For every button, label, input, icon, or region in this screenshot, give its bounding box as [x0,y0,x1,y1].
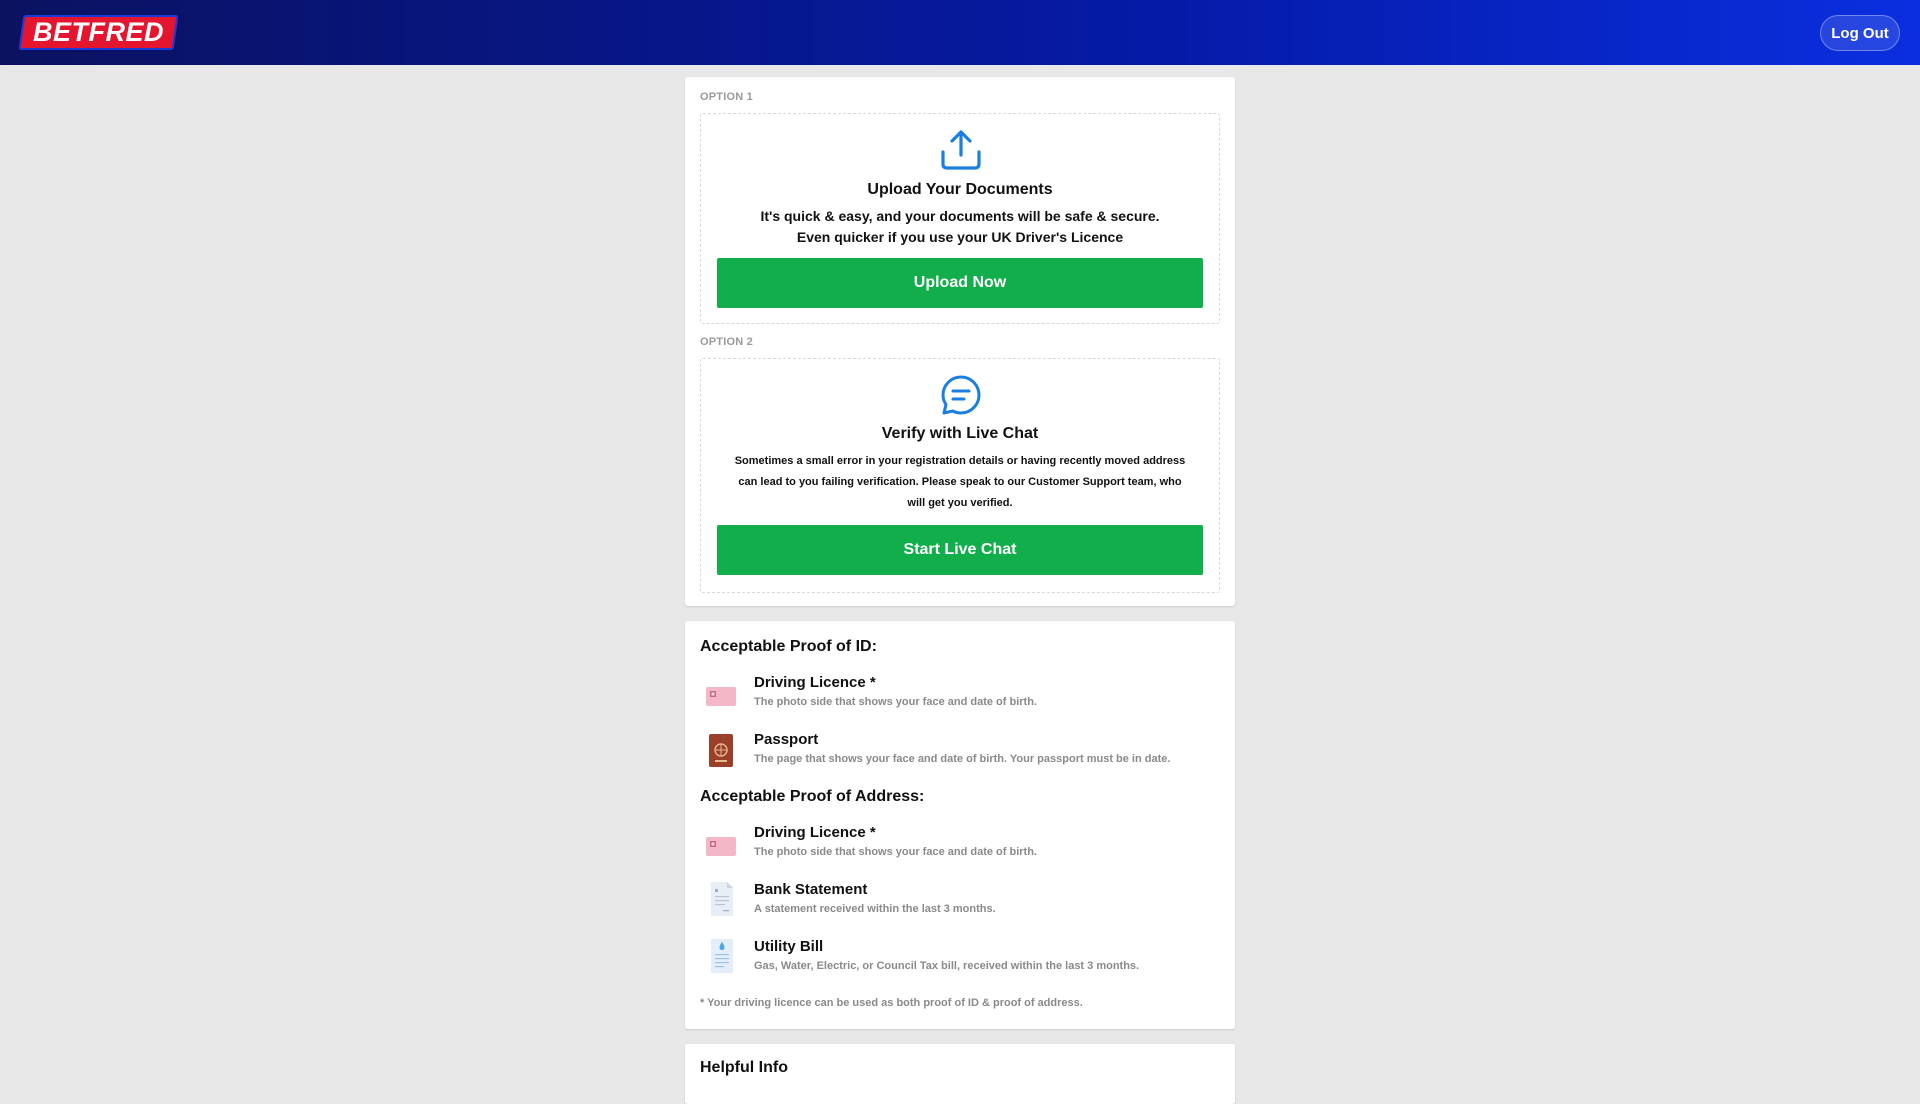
doc-desc: The page that shows your face and date o… [754,753,1171,765]
live-chat-text-line-3: will get you verified. [907,497,1013,509]
option-2-label: OPTION 2 [700,336,753,348]
option-1-label: OPTION 1 [700,91,753,103]
passport-icon [705,733,737,767]
doc-name: Passport [754,731,819,748]
live-chat-title: Verify with Live Chat [881,425,1039,442]
acceptable-documents-card: Acceptable Proof of ID: Driving Licence … [685,621,1235,1029]
driving-licence-icon [705,830,737,862]
list-item: Passport The page that shows your face a… [700,731,1220,775]
upload-icon [939,128,983,172]
doc-desc: Gas, Water, Electric, or Council Tax bil… [754,960,1140,972]
driving-licence-icon [705,680,737,712]
proof-of-id-title: Acceptable Proof of ID: [700,638,877,655]
upload-text-line-1: It's quick & easy, and your documents wi… [760,208,1160,224]
top-header: BETFRED Log Out [0,0,1920,65]
betfred-logo[interactable]: BETFRED [18,15,179,50]
live-chat-text-line-1: Sometimes a small error in your registra… [734,455,1186,467]
list-item: Driving Licence * The photo side that sh… [700,674,1220,718]
helpful-info-title: Helpful Info [700,1059,788,1076]
helpful-info-card: Helpful Info [685,1044,1235,1104]
list-item: Driving Licence * The photo side that sh… [700,824,1220,868]
upload-documents-panel: Upload Your Documents It's quick & easy,… [700,113,1220,324]
utility-bill-icon [705,938,737,973]
upload-now-button[interactable]: Upload Now [717,258,1203,308]
live-chat-text-line-2: can lead to you failing verification. Pl… [738,476,1182,488]
log-out-button[interactable]: Log Out [1820,15,1900,51]
list-item: Bank Statement A statement received with… [700,881,1220,925]
upload-text-line-2: Even quicker if you use your UK Driver's… [796,229,1124,245]
list-item: Utility Bill Gas, Water, Electric, or Co… [700,938,1220,982]
chat-icon [939,373,983,417]
doc-name: Driving Licence * [754,674,876,691]
doc-desc: A statement received within the last 3 m… [754,903,996,915]
logo-text: BETFRED [33,17,164,47]
doc-desc: The photo side that shows your face and … [754,846,1037,858]
doc-desc: The photo side that shows your face and … [754,696,1037,708]
live-chat-panel: Verify with Live Chat Sometimes a small … [700,358,1220,593]
driving-licence-footnote: * Your driving licence can be used as bo… [700,997,1083,1009]
doc-name: Utility Bill [754,938,824,955]
start-live-chat-button[interactable]: Start Live Chat [717,525,1203,575]
upload-title: Upload Your Documents [867,181,1053,198]
doc-name: Driving Licence * [754,824,876,841]
doc-name: Bank Statement [754,881,868,898]
verification-options-card: OPTION 1 Upload Your Documents It's quic… [685,77,1235,606]
bank-statement-icon [705,881,737,916]
proof-of-address-title: Acceptable Proof of Address: [700,788,925,805]
